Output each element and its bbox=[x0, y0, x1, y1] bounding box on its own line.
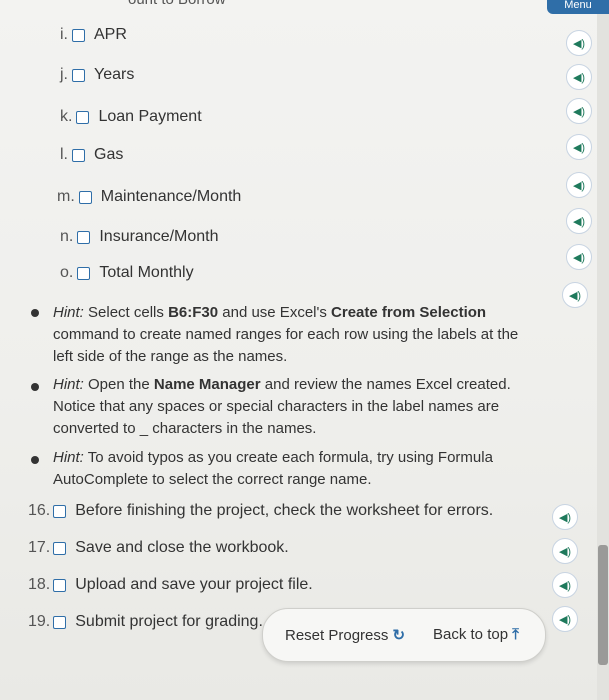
hint-prefix: Hint: bbox=[53, 304, 84, 321]
list-item: k. Loan Payment bbox=[60, 108, 202, 126]
audio-play-icon[interactable]: ◀) bbox=[552, 572, 578, 598]
back-to-top-icon: ⤒ bbox=[512, 626, 519, 643]
audio-play-icon[interactable]: ◀) bbox=[566, 244, 592, 270]
progress-controls: Reset Progress ↻ Back to top ⤒ bbox=[262, 608, 546, 662]
item-label: Maintenance/Month bbox=[100, 188, 242, 205]
item-label: Years bbox=[94, 66, 135, 83]
audio-play-icon[interactable]: ◀) bbox=[552, 538, 578, 564]
item-label: Gas bbox=[94, 146, 124, 163]
hint-bold-part: Name Manager bbox=[153, 376, 261, 393]
item-label: Loan Payment bbox=[98, 108, 202, 125]
checkbox[interactable] bbox=[78, 190, 92, 204]
checkbox[interactable] bbox=[53, 615, 67, 629]
audio-play-icon[interactable]: ◀) bbox=[566, 64, 592, 90]
menu-label: Menu bbox=[564, 0, 592, 11]
reset-progress-button[interactable]: Reset Progress ↻ bbox=[285, 626, 405, 644]
item-marker: n. bbox=[60, 228, 74, 245]
audio-play-icon[interactable]: ◀) bbox=[566, 30, 592, 56]
audio-play-icon[interactable]: ◀) bbox=[566, 98, 592, 124]
audio-play-icon[interactable]: ◀) bbox=[566, 172, 592, 198]
reset-icon: ↻ bbox=[392, 627, 406, 644]
list-item: j. Years bbox=[60, 66, 134, 84]
step-item: 16. Before finishing the project, check … bbox=[28, 502, 493, 520]
hint-bold-part: Create from Selection bbox=[331, 304, 487, 321]
hint-prefix: Hint: bbox=[53, 376, 84, 393]
checkbox[interactable] bbox=[53, 504, 67, 518]
checkbox[interactable] bbox=[53, 578, 67, 592]
item-label: Total Monthly bbox=[99, 264, 194, 281]
checkbox[interactable] bbox=[77, 230, 91, 244]
menu-button[interactable]: Menu bbox=[547, 0, 609, 14]
audio-play-icon[interactable]: ◀) bbox=[552, 504, 578, 530]
step-number: 19. bbox=[28, 613, 51, 630]
step-item: 18. Upload and save your project file. bbox=[28, 576, 313, 594]
checkbox[interactable] bbox=[77, 266, 91, 280]
bullet bbox=[31, 383, 39, 391]
audio-play-icon[interactable]: ◀) bbox=[562, 282, 588, 308]
list-item: l. Gas bbox=[60, 146, 123, 164]
step-number: 17. bbox=[28, 539, 51, 556]
hint-text: Hint: Select cells B6:F30 and use Excel'… bbox=[53, 302, 523, 368]
step-number: 18. bbox=[28, 576, 51, 593]
bullet bbox=[31, 456, 39, 464]
step-label: Submit project for grading. bbox=[75, 613, 263, 630]
checkbox[interactable] bbox=[72, 28, 85, 42]
item-marker: o. bbox=[60, 264, 74, 281]
step-item: 19. Submit project for grading. bbox=[28, 613, 263, 631]
hint-text-part: command to create named ranges for each … bbox=[53, 326, 519, 365]
item-marker: j. bbox=[60, 66, 68, 83]
list-item: m. Maintenance/Month bbox=[57, 188, 241, 206]
partial-heading: ount to Borrow bbox=[128, 0, 226, 8]
item-marker: i. bbox=[60, 26, 68, 43]
hint-bold-part: B6:F30 bbox=[168, 304, 219, 321]
step-label: Upload and save your project file. bbox=[75, 576, 313, 593]
list-item: i. APR bbox=[60, 26, 127, 44]
checkbox[interactable] bbox=[53, 541, 67, 555]
top-strip: ount to Borrow Menu bbox=[0, 0, 609, 14]
checkbox[interactable] bbox=[72, 148, 85, 162]
list-item: o. Total Monthly bbox=[60, 264, 194, 282]
hint-text-part: Select cells bbox=[88, 304, 164, 321]
step-number: 16. bbox=[28, 502, 51, 519]
item-label: Insurance/Month bbox=[99, 228, 219, 245]
bullet bbox=[31, 309, 39, 317]
checkbox[interactable] bbox=[76, 110, 90, 124]
item-marker: m. bbox=[57, 188, 75, 205]
step-label: Save and close the workbook. bbox=[75, 539, 289, 556]
item-marker: k. bbox=[60, 108, 73, 125]
back-to-top-label: Back to top bbox=[433, 626, 509, 643]
hint-text-part: and use Excel's bbox=[222, 304, 327, 321]
back-to-top-button[interactable]: Back to top ⤒ bbox=[433, 626, 519, 643]
hint-text-part: To avoid typos as you create each formul… bbox=[53, 449, 493, 488]
audio-play-icon[interactable]: ◀) bbox=[566, 208, 592, 234]
audio-play-icon[interactable]: ◀) bbox=[566, 134, 592, 160]
hint-text: Hint: Open the Name Manager and review t… bbox=[53, 374, 523, 440]
checkbox[interactable] bbox=[72, 68, 85, 82]
item-label: APR bbox=[94, 26, 127, 43]
item-marker: l. bbox=[60, 146, 68, 163]
hint-text-part: Open the bbox=[88, 376, 150, 393]
step-label: Before finishing the project, check the … bbox=[75, 502, 494, 519]
reset-progress-label: Reset Progress bbox=[285, 627, 389, 644]
hint-prefix: Hint: bbox=[53, 449, 84, 466]
step-item: 17. Save and close the workbook. bbox=[28, 539, 289, 557]
scrollbar-thumb[interactable] bbox=[598, 545, 608, 665]
hint-text: Hint: To avoid typos as you create each … bbox=[53, 447, 523, 491]
list-item: n. Insurance/Month bbox=[60, 228, 219, 246]
audio-play-icon[interactable]: ◀) bbox=[552, 606, 578, 632]
